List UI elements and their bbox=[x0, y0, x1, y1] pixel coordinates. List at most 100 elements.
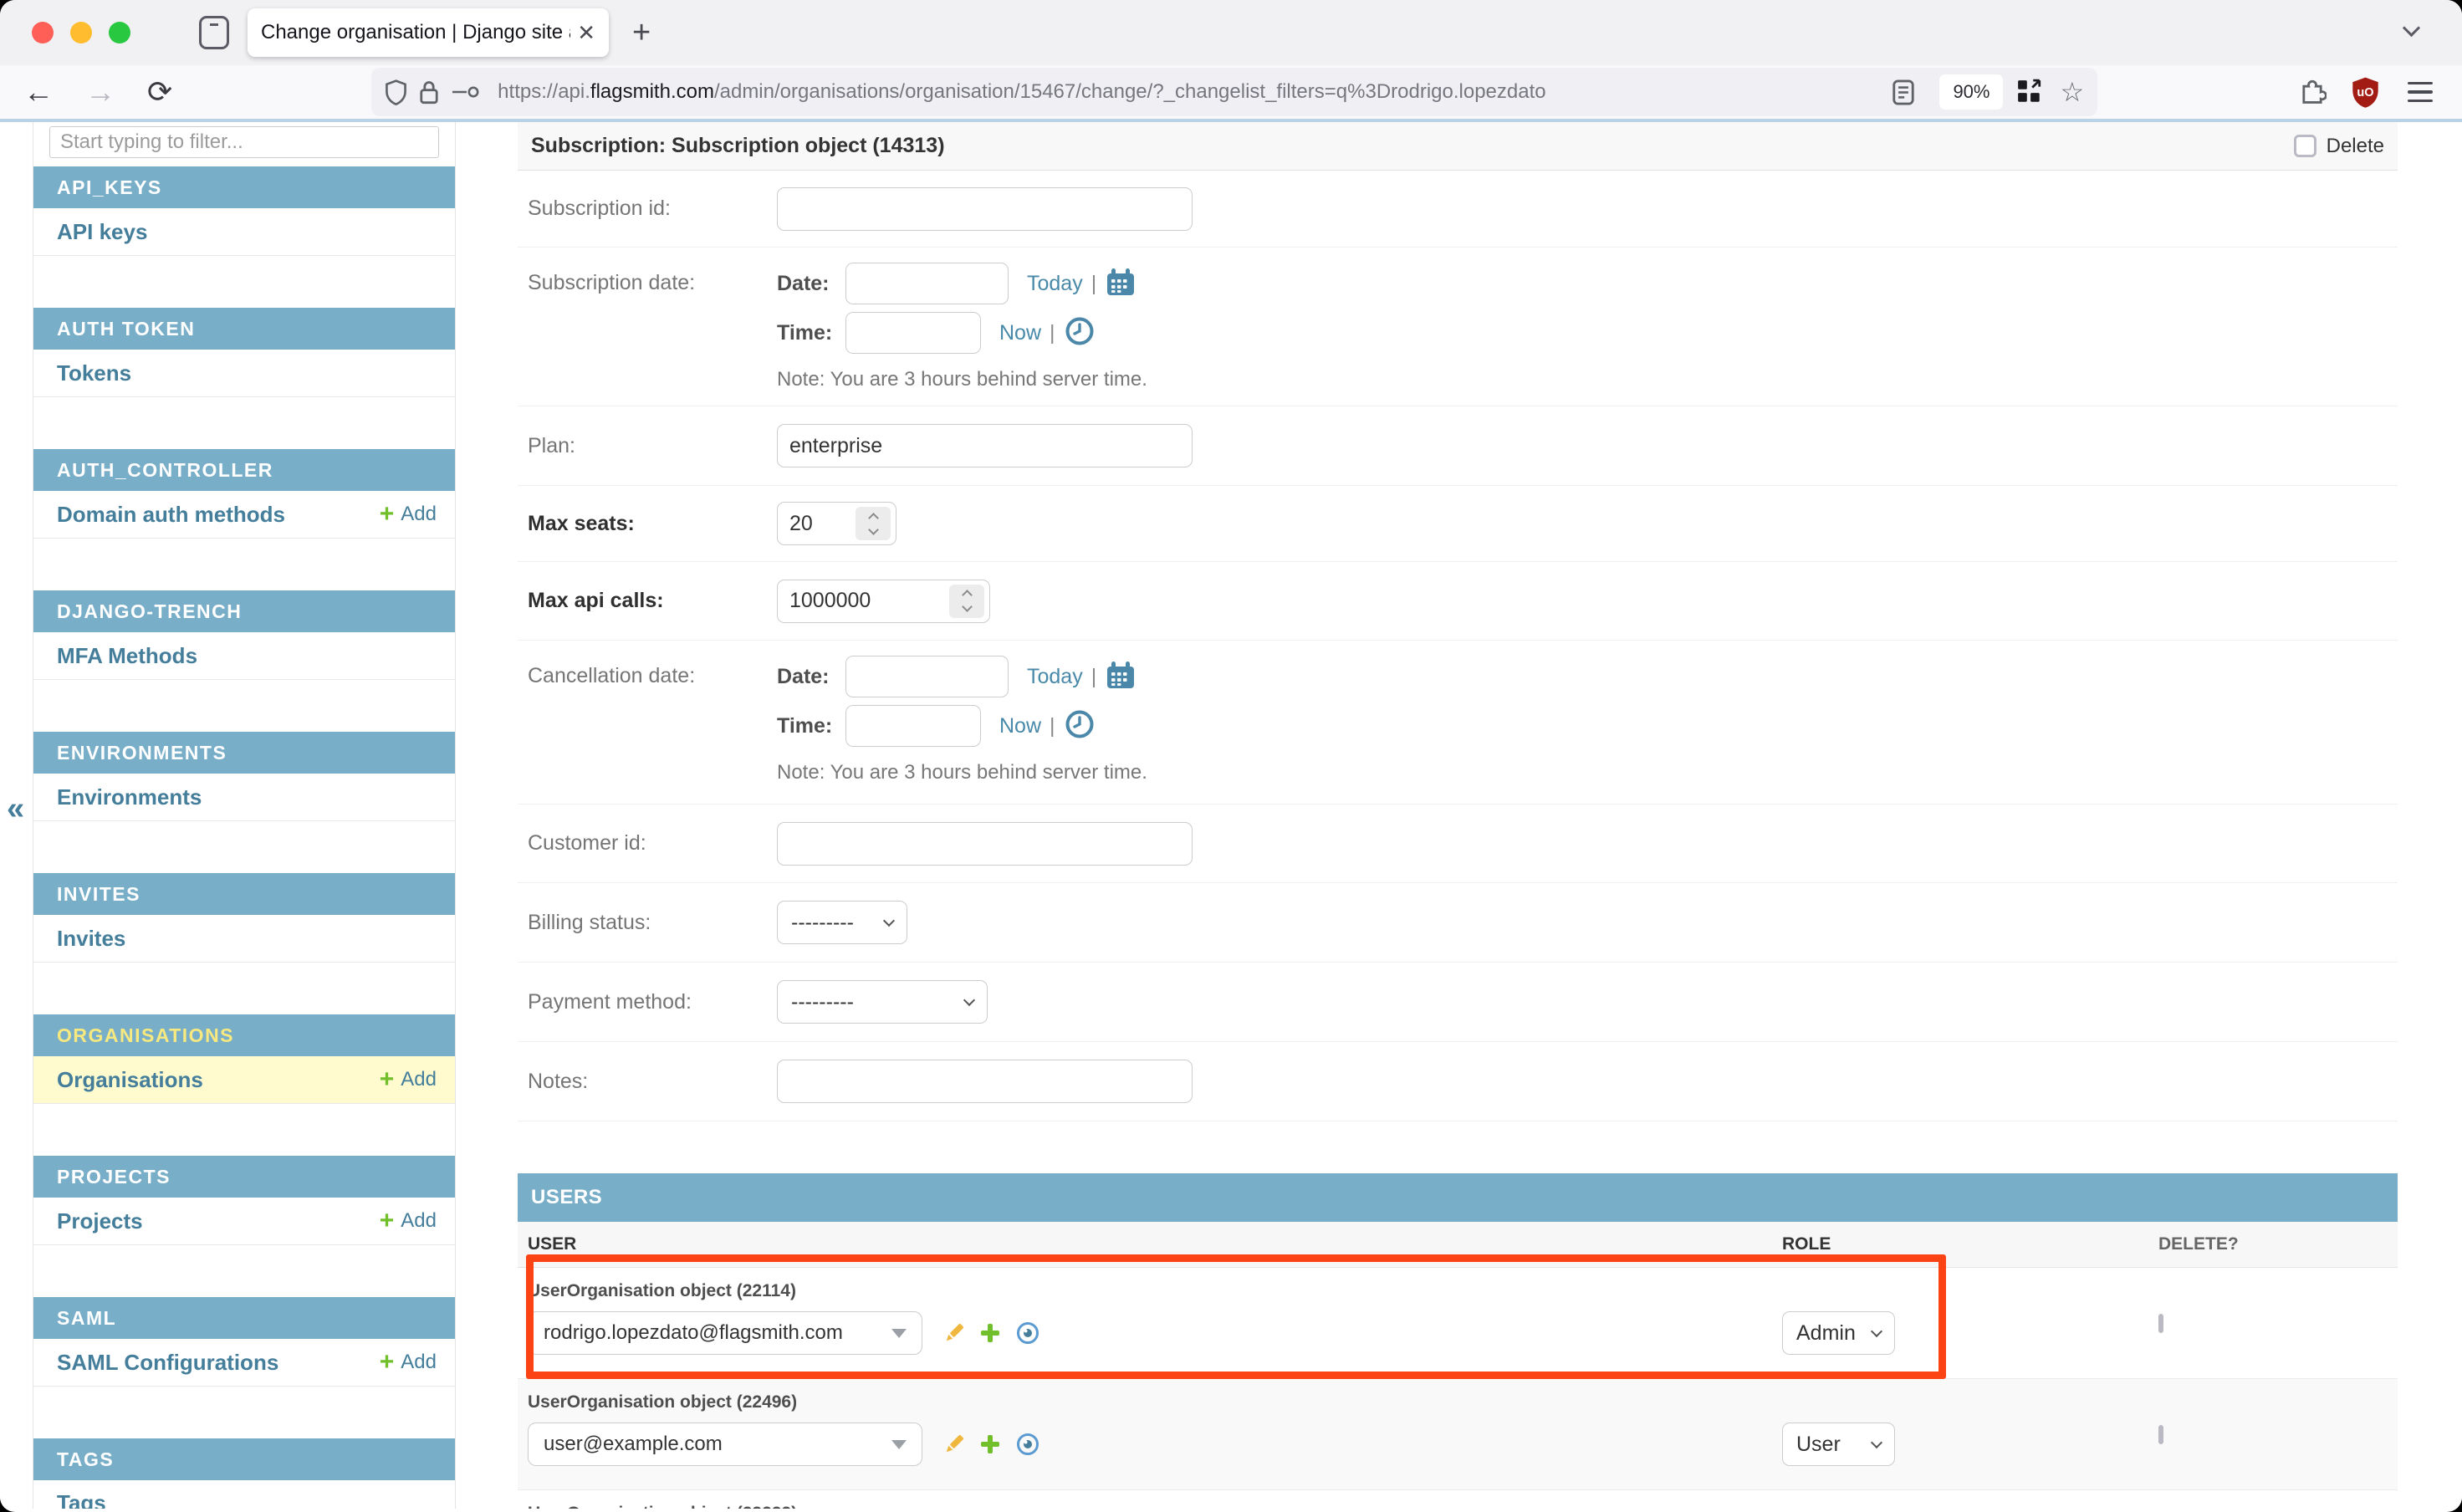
zoom-level-button[interactable]: 90% bbox=[1939, 74, 2003, 110]
permissions-icon[interactable] bbox=[451, 85, 479, 99]
url-bar[interactable]: https://api.flagsmith.com/admin/organisa… bbox=[371, 68, 2097, 116]
zoom-window-button[interactable] bbox=[109, 22, 130, 43]
add-domain-auth-method-link[interactable]: +Add bbox=[380, 502, 437, 527]
extensions-puzzle-icon[interactable] bbox=[2298, 78, 2327, 106]
sidebar-item-tags[interactable]: Tags bbox=[33, 1480, 455, 1509]
field-row-plan: Plan: enterprise bbox=[518, 406, 2398, 486]
page-content: « API_KEYS API keys AUTH TOKEN Tokens AU… bbox=[0, 122, 2462, 1509]
tab-title: Change organisation | Django site admin bbox=[261, 21, 570, 44]
role-select[interactable]: Admin bbox=[1782, 1311, 1895, 1355]
subscription-date-input[interactable] bbox=[845, 263, 1009, 304]
clock-icon[interactable] bbox=[1065, 710, 1094, 743]
plan-input[interactable]: enterprise bbox=[777, 424, 1193, 467]
sidebar-item-environments[interactable]: Environments bbox=[33, 774, 455, 821]
sidebar-item-domain-auth-methods[interactable]: Domain auth methods +Add bbox=[33, 491, 455, 539]
plus-icon: + bbox=[380, 502, 395, 527]
close-window-button[interactable] bbox=[32, 22, 54, 43]
field-row-subscription-date: Subscription date: Date: Today | Time: bbox=[518, 248, 2398, 406]
sidebar-header-projects: PROJECTS bbox=[33, 1156, 455, 1198]
view-eye-icon[interactable] bbox=[1014, 1433, 1041, 1455]
sidebar-module-tags: TAGS Tags bbox=[33, 1438, 455, 1509]
bookmark-star-icon[interactable]: ☆ bbox=[2060, 76, 2084, 108]
refresh-button[interactable]: ⟳ bbox=[147, 77, 172, 107]
now-link[interactable]: Now bbox=[999, 321, 1041, 345]
calendar-icon[interactable] bbox=[1106, 268, 1135, 300]
delete-user-checkbox[interactable] bbox=[2158, 1425, 2163, 1444]
clock-icon[interactable] bbox=[1065, 317, 1094, 350]
sidebar-item-api-keys[interactable]: API keys bbox=[33, 208, 455, 256]
max-seats-input[interactable]: 20 bbox=[777, 502, 896, 545]
window-controls bbox=[32, 22, 130, 43]
add-plus-icon[interactable] bbox=[979, 1433, 1001, 1455]
max-api-calls-input[interactable]: 1000000 bbox=[777, 580, 990, 623]
sidebar-item-organisations[interactable]: Organisations +Add bbox=[33, 1056, 455, 1104]
edit-pencil-icon[interactable] bbox=[942, 1433, 966, 1456]
sidebar-item-mfa-methods[interactable]: MFA Methods bbox=[33, 632, 455, 680]
reader-view-icon[interactable] bbox=[1892, 79, 1914, 105]
edit-pencil-icon[interactable] bbox=[942, 1321, 966, 1345]
today-link[interactable]: Today bbox=[1027, 272, 1083, 296]
subscription-module-header: Subscription: Subscription object (14313… bbox=[518, 122, 2398, 171]
subscription-time-input[interactable] bbox=[845, 312, 981, 354]
sidebar-item-tokens[interactable]: Tokens bbox=[33, 350, 455, 397]
cancellation-time-input[interactable] bbox=[845, 705, 981, 747]
plus-icon: + bbox=[380, 1067, 395, 1092]
customer-id-input[interactable] bbox=[777, 822, 1193, 866]
url-domain: flagsmith.com bbox=[590, 80, 714, 103]
sidebar-module-saml: SAML SAML Configurations +Add bbox=[33, 1297, 455, 1387]
notes-input[interactable] bbox=[777, 1060, 1193, 1103]
sidebar-item-projects[interactable]: Projects +Add bbox=[33, 1198, 455, 1245]
view-eye-icon[interactable] bbox=[1014, 1322, 1041, 1344]
ublock-origin-icon[interactable]: uO bbox=[2352, 77, 2379, 108]
sidebar-item-invites[interactable]: Invites bbox=[33, 915, 455, 963]
grid-expand-icon[interactable] bbox=[2016, 79, 2043, 105]
new-tab-button[interactable]: + bbox=[632, 15, 651, 51]
delete-user-checkbox[interactable] bbox=[2158, 1314, 2163, 1333]
add-plus-icon[interactable] bbox=[979, 1322, 1001, 1344]
user-row: UserOrganisation object (22114) rodrigo.… bbox=[518, 1268, 2398, 1379]
cancellation-date-input[interactable] bbox=[845, 656, 1009, 697]
subscription-id-input[interactable] bbox=[777, 187, 1193, 231]
users-column-headers: USER ROLE DELETE? bbox=[518, 1222, 2398, 1268]
users-module: USERS USER ROLE DELETE? UserOrganisation… bbox=[518, 1173, 2398, 1509]
user-select[interactable]: rodrigo.lopezdato@flagsmith.com bbox=[528, 1311, 922, 1355]
list-all-tabs-icon[interactable] bbox=[2405, 22, 2427, 43]
calendar-icon[interactable] bbox=[1106, 661, 1135, 693]
change-form: Subscription: Subscription object (14313… bbox=[518, 122, 2398, 1509]
sidebar-header-invites: INVITES bbox=[33, 873, 455, 915]
sidebar-header-environments: ENVIRONMENTS bbox=[33, 732, 455, 774]
today-link[interactable]: Today bbox=[1027, 665, 1083, 689]
tracking-protection-icon[interactable] bbox=[385, 79, 407, 105]
browser-tab[interactable]: Change organisation | Django site admin … bbox=[248, 8, 609, 57]
forward-button[interactable]: → bbox=[85, 77, 115, 107]
role-select[interactable]: User bbox=[1782, 1423, 1895, 1466]
minimize-window-button[interactable] bbox=[70, 22, 92, 43]
role-column-header: ROLE bbox=[1782, 1234, 2158, 1254]
back-button[interactable]: ← bbox=[23, 77, 54, 107]
sidebar-header-api-keys: API_KEYS bbox=[33, 166, 455, 208]
timezone-note: Note: You are 3 hours behind server time… bbox=[777, 761, 1147, 784]
date-label: Date: bbox=[777, 272, 845, 296]
now-link[interactable]: Now bbox=[999, 714, 1041, 738]
sidebar-collapse-toggle[interactable]: « bbox=[7, 791, 24, 827]
sidebar-filter-input[interactable] bbox=[49, 126, 439, 158]
field-row-customer-id: Customer id: bbox=[518, 805, 2398, 883]
cancellation-date-label: Cancellation date: bbox=[528, 656, 777, 688]
number-stepper-icon[interactable] bbox=[949, 585, 984, 618]
svg-text:uO: uO bbox=[2357, 86, 2374, 100]
sidebar-item-saml-configurations[interactable]: SAML Configurations +Add bbox=[33, 1339, 455, 1387]
subscription-delete-checkbox[interactable] bbox=[2294, 135, 2316, 157]
user-select[interactable]: user@example.com bbox=[528, 1423, 922, 1466]
max-seats-label: Max seats: bbox=[528, 512, 777, 536]
add-organisation-link[interactable]: +Add bbox=[380, 1067, 437, 1092]
number-stepper-icon[interactable] bbox=[856, 507, 891, 540]
billing-status-select[interactable]: --------- bbox=[777, 901, 907, 944]
max-api-calls-label: Max api calls: bbox=[528, 589, 777, 613]
firefox-view-icon[interactable] bbox=[196, 13, 232, 53]
lock-icon[interactable] bbox=[419, 79, 439, 105]
tab-close-icon[interactable]: ✕ bbox=[577, 20, 595, 46]
add-saml-configuration-link[interactable]: +Add bbox=[380, 1350, 437, 1375]
add-project-link[interactable]: +Add bbox=[380, 1208, 437, 1234]
menu-hamburger-icon[interactable] bbox=[2408, 82, 2433, 103]
payment-method-select[interactable]: --------- bbox=[777, 980, 988, 1024]
